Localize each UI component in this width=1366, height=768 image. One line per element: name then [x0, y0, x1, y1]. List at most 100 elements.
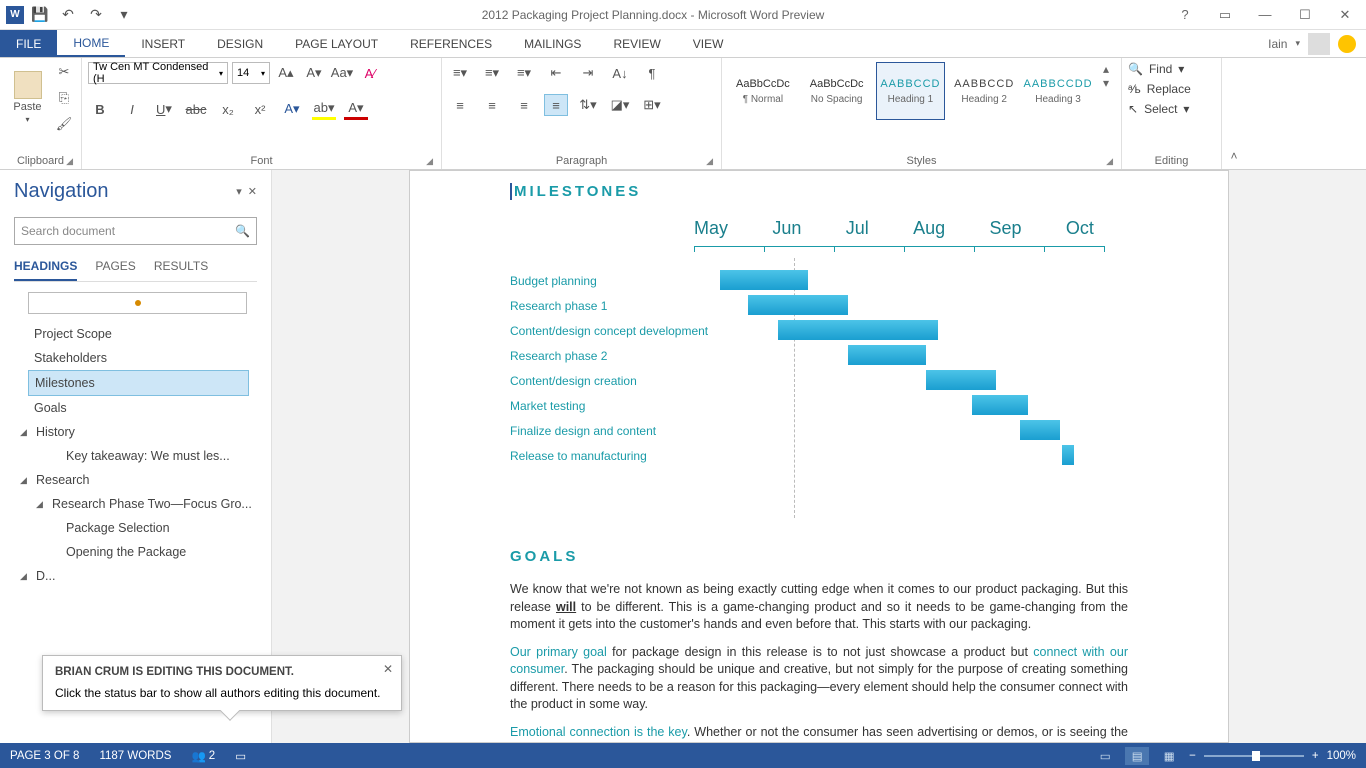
heading-goals[interactable]: GOALS — [510, 548, 1128, 565]
nav-tab-pages[interactable]: PAGES — [95, 259, 135, 281]
tab-mailings[interactable]: MAILINGS — [508, 30, 597, 57]
align-right-icon[interactable]: ≡ — [512, 94, 536, 116]
avatar[interactable] — [1308, 33, 1330, 55]
font-launcher-icon[interactable]: ◢ — [426, 156, 433, 167]
nav-item-history[interactable]: ◢History — [14, 420, 257, 444]
tab-view[interactable]: VIEW — [677, 30, 740, 57]
page[interactable]: MILESTONES May Jun Jul Aug Sep Oct — [409, 170, 1229, 743]
shrink-font-icon[interactable]: A▾ — [302, 62, 326, 84]
underline-button[interactable]: U▾ — [152, 98, 176, 120]
nav-item-research[interactable]: ◢Research — [14, 468, 257, 492]
nav-tab-results[interactable]: RESULTS — [154, 259, 208, 281]
borders-icon[interactable]: ⊞▾ — [640, 94, 664, 116]
line-spacing-icon[interactable]: ⇅▾ — [576, 94, 600, 116]
cut-icon[interactable]: ✂ — [53, 62, 75, 82]
show-marks-icon[interactable]: ¶ — [640, 62, 664, 84]
nav-item-goals[interactable]: Goals — [14, 396, 257, 420]
nav-item-d-trunc[interactable]: ◢D... — [14, 564, 257, 588]
replace-button[interactable]: ᵃ⁄ьReplace — [1128, 82, 1191, 96]
minimize-icon[interactable]: — — [1250, 5, 1280, 25]
read-mode-icon[interactable]: ▭ — [1093, 747, 1117, 765]
clipboard-launcher-icon[interactable]: ◢ — [66, 156, 73, 167]
superscript-button[interactable]: x² — [248, 98, 272, 120]
zoom-out-icon[interactable]: − — [1189, 750, 1196, 762]
paragraph[interactable]: Our primary goal for package design in t… — [510, 644, 1128, 714]
paragraph[interactable]: We know that we're not known as being ex… — [510, 581, 1128, 634]
feedback-icon[interactable] — [1338, 35, 1356, 53]
nav-jump-box[interactable] — [28, 292, 247, 314]
help-icon[interactable]: ? — [1170, 5, 1200, 25]
paragraph[interactable]: Emotional connection is the key. Whether… — [510, 724, 1128, 744]
style-heading-1[interactable]: AABBCCDHeading 1 — [876, 62, 946, 120]
styles-more-icon[interactable]: ▴▾ — [1097, 62, 1115, 90]
increase-indent-icon[interactable]: ⇥ — [576, 62, 600, 84]
qat-undo-icon[interactable]: ↶ — [56, 3, 80, 27]
caret-icon[interactable]: ◢ — [20, 427, 30, 438]
nav-search-input[interactable]: Search document 🔍 — [14, 217, 257, 245]
nav-tab-headings[interactable]: HEADINGS — [14, 259, 77, 281]
font-size-dropdown[interactable]: 14▾ — [232, 62, 270, 84]
caret-icon[interactable]: ◢ — [20, 571, 30, 582]
shading-icon[interactable]: ◪▾ — [608, 94, 632, 116]
tab-page-layout[interactable]: PAGE LAYOUT — [279, 30, 394, 57]
user-name[interactable]: Iain — [1268, 37, 1287, 51]
tab-review[interactable]: REVIEW — [597, 30, 676, 57]
status-bar[interactable]: PAGE 3 OF 8 1187 WORDS 👥2 ▭ ▭ ▤ ▦ − + 10… — [0, 743, 1366, 768]
select-button[interactable]: ↖Select ▾ — [1128, 102, 1191, 116]
tab-insert[interactable]: INSERT — [125, 30, 201, 57]
find-button[interactable]: 🔍Find ▾ — [1128, 62, 1191, 76]
align-left-icon[interactable]: ≡ — [448, 94, 472, 116]
nav-close-icon[interactable]: ✕ — [248, 185, 257, 198]
copy-icon[interactable]: ⎘ — [53, 88, 75, 108]
clear-formatting-icon[interactable]: A⁄ — [358, 62, 382, 84]
ribbon-display-icon[interactable]: ▭ — [1210, 5, 1240, 25]
heading-milestones[interactable]: MILESTONES — [510, 183, 1128, 200]
maximize-icon[interactable]: ☐ — [1290, 5, 1320, 25]
change-case-icon[interactable]: Aa▾ — [330, 62, 354, 84]
style-heading-2[interactable]: AABBCCDHeading 2 — [949, 62, 1019, 120]
bullets-icon[interactable]: ≡▾ — [448, 62, 472, 84]
tooltip-close-icon[interactable]: ✕ — [383, 662, 393, 676]
subscript-button[interactable]: x₂ — [216, 98, 240, 120]
collapse-ribbon-icon[interactable]: ˄ — [1222, 58, 1246, 169]
highlight-icon[interactable]: ab▾ — [312, 98, 336, 120]
close-icon[interactable]: ✕ — [1330, 5, 1360, 25]
document-area[interactable]: MILESTONES May Jun Jul Aug Sep Oct — [272, 170, 1366, 743]
nav-item-package-selection[interactable]: Package Selection — [14, 516, 257, 540]
qat-customize-icon[interactable]: ▾ — [112, 3, 136, 27]
tab-file[interactable]: FILE — [0, 30, 57, 57]
tab-references[interactable]: REFERENCES — [394, 30, 508, 57]
tab-home[interactable]: HOME — [57, 30, 125, 57]
status-page[interactable]: PAGE 3 OF 8 — [10, 750, 79, 762]
font-name-dropdown[interactable]: Tw Cen MT Condensed (H▾ — [88, 62, 228, 84]
nav-item-stakeholders[interactable]: Stakeholders — [14, 346, 257, 370]
strikethrough-button[interactable]: abc — [184, 98, 208, 120]
sort-icon[interactable]: A↓ — [608, 62, 632, 84]
style-normal[interactable]: AaBbCcDc¶ Normal — [728, 62, 798, 120]
search-icon[interactable]: 🔍 — [235, 224, 250, 238]
multilevel-list-icon[interactable]: ≡▾ — [512, 62, 536, 84]
styles-launcher-icon[interactable]: ◢ — [1106, 156, 1113, 167]
nav-item-milestones[interactable]: Milestones — [28, 370, 249, 396]
nav-menu-icon[interactable]: ▾ — [236, 185, 242, 198]
decrease-indent-icon[interactable]: ⇤ — [544, 62, 568, 84]
nav-item-key-takeaway[interactable]: Key takeaway: We must les... — [14, 444, 257, 468]
status-macros-icon[interactable]: ▭ — [235, 749, 246, 763]
align-center-icon[interactable]: ≡ — [480, 94, 504, 116]
italic-button[interactable]: I — [120, 98, 144, 120]
style-heading-3[interactable]: AABBCCDDHeading 3 — [1023, 62, 1093, 120]
bold-button[interactable]: B — [88, 98, 112, 120]
nav-item-phase-two[interactable]: ◢Research Phase Two—Focus Gro... — [14, 492, 257, 516]
zoom-in-icon[interactable]: + — [1312, 750, 1319, 762]
justify-icon[interactable]: ≡ — [544, 94, 568, 116]
zoom-slider[interactable] — [1204, 755, 1304, 757]
numbering-icon[interactable]: ≡▾ — [480, 62, 504, 84]
nav-item-project-scope[interactable]: Project Scope — [14, 322, 257, 346]
web-layout-icon[interactable]: ▦ — [1157, 747, 1181, 765]
caret-icon[interactable]: ◢ — [36, 499, 46, 510]
text-effects-icon[interactable]: A▾ — [280, 98, 304, 120]
status-coauthors[interactable]: 👥2 — [191, 749, 215, 763]
nav-item-opening-package[interactable]: Opening the Package — [14, 540, 257, 564]
paste-button[interactable]: Paste ▾ — [6, 62, 49, 132]
format-painter-icon[interactable]: 🖌 — [53, 114, 75, 134]
